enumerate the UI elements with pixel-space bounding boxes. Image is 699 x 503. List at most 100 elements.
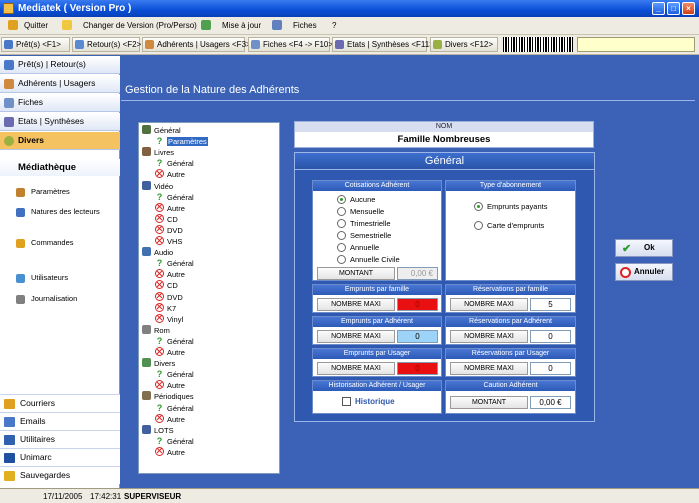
tree-folder[interactable]: LOTS [142,424,174,436]
radio-annuelle[interactable]: Annuelle [337,243,379,252]
question-icon: ? [156,136,163,147]
sidebar-nav-pret[interactable]: Prêt(s) | Retour(s) [0,56,120,74]
tree-folder[interactable]: Audio [142,247,173,258]
tree-item[interactable]: ? Général [155,436,194,447]
sidebar-bottom-sauvegardes[interactable]: Sauvegardes [0,466,120,484]
menu-help[interactable]: ? [332,21,336,30]
sidebar-bottom-utilitaires[interactable]: Utilitaires [0,430,120,448]
tree-item[interactable]: ? Général [155,192,194,203]
section-title-mediatheque: Médiathèque [0,159,120,176]
disabled-icon [155,446,164,456]
tree-folder[interactable]: Rom [142,324,170,336]
tree-item[interactable]: ? Général [155,369,194,380]
historisation-title: Historisation Adhérent / Usager [313,381,441,391]
radio-semestrielle[interactable]: Semestrielle [337,231,391,240]
status-bar: 17/11/2005 17:42:31 SUPERVISEUR [0,488,699,503]
toolbar-retour-button[interactable]: Retour(s) <F2> [72,37,141,52]
nom-value[interactable]: Famille Nombreuses [295,132,593,148]
folder-icon [142,125,151,134]
tree-label: Paramètres [167,137,208,147]
status-date: 17/11/2005 [43,492,83,501]
cancel-button[interactable]: Annuler [615,263,673,281]
toolbar-fiches-button[interactable]: Fiches <F4 -> F10> [248,37,333,52]
sidebar-nav-fiches[interactable]: Fiches [0,94,120,112]
toolbar-adherents-button[interactable]: Adhérents | Usagers <F3> [142,37,251,52]
sidebar-item-parametres[interactable]: Paramètres [16,186,70,198]
tree-item[interactable]: ? Général [155,336,194,347]
cancel-icon [620,267,631,278]
sidebar-item-journalisation[interactable]: Journalisation [16,293,77,305]
disabled-icon [155,169,164,179]
close-button[interactable]: × [682,2,695,15]
tree-item[interactable]: ? Général [155,403,194,414]
disabled-icon [155,236,164,245]
tree-item[interactable]: Autre [155,413,185,425]
toolbar-etats-button[interactable]: Etats | Synthèses <F11> [332,37,434,52]
tree-item[interactable]: CD [155,213,178,225]
sidebar-item-commandes[interactable]: Commandes [16,237,74,249]
menu-mise-a-jour[interactable]: Mise à jour [222,21,261,30]
radio-annuelle-civile[interactable]: Annuelle Civile [337,255,400,264]
radio-carte-emprunts[interactable]: Carte d'emprunts [474,221,544,230]
reservations-usager-field[interactable]: 0 [530,362,571,375]
tree-item[interactable]: DVD [155,224,183,236]
emprunts-adherent-field[interactable]: 0 [397,330,438,343]
sidebar-bottom-unimarc[interactable]: Unimarc [0,448,120,466]
tree-folder[interactable]: Vidéo [142,180,173,192]
menu-fiches[interactable]: Fiches [293,21,317,30]
tree-folder[interactable]: Général [142,125,181,136]
caution-montant-field[interactable]: 0,00 € [530,396,571,409]
tree-item[interactable]: Autre [155,446,185,458]
tree-label: Général [167,436,194,446]
tree-item[interactable]: ? Général [155,258,194,269]
emprunts-famille-field[interactable]: 0 [397,298,438,311]
question-icon: ? [156,258,163,269]
minimize-button[interactable]: _ [652,2,665,15]
toolbar-divers-button[interactable]: Divers <F12> [430,37,498,52]
radio-emprunts-payants[interactable]: Emprunts payants [474,202,547,211]
sidebar-nav-divers[interactable]: Divers [0,132,120,150]
menu-changer-version[interactable]: Changer de Version (Pro/Perso) [83,21,197,30]
sidebar-item-natures[interactable]: Natures des lecteurs [16,206,100,218]
tree-item[interactable]: Autre [155,380,185,391]
tree-item[interactable]: ? Général [155,158,194,169]
question-icon: ? [156,369,163,380]
tree-folder[interactable]: Divers [142,358,175,369]
tree-item[interactable]: Autre [155,347,185,358]
tree-item[interactable]: Autre [155,269,185,280]
question-icon: ? [156,402,163,413]
reservations-famille-title: Réservations par famille [446,285,575,295]
reservations-adherent-field[interactable]: 0 [530,330,571,343]
reservations-usager-group: Réservations par Usager NOMBRE MAXI 0 [445,348,576,377]
tree-folder[interactable]: Livres [142,147,174,158]
radio-mensuelle[interactable]: Mensuelle [337,207,384,216]
sidebar-bottom-courriers[interactable]: Courriers [0,394,120,412]
tree-item[interactable]: Vinyl [155,313,183,325]
sidebar-nav-adherents[interactable]: Adhérents | Usagers [0,75,120,93]
sidebar-item-utilisateurs[interactable]: Utilisateurs [16,272,68,284]
sidebar-nav-etats[interactable]: Etats | Synthèses [0,113,120,131]
tree-item[interactable]: Autre [155,202,185,214]
tree-item[interactable]: Autre [155,169,185,180]
radio-aucune[interactable]: Aucune [337,195,375,204]
toolbar-pret-button[interactable]: Prêt(s) <F1> [1,37,70,52]
tree-folder[interactable]: Périodiques [142,391,194,402]
tree-item[interactable]: CD [155,280,178,291]
tree-item[interactable]: K7 [155,302,176,314]
tree-item[interactable]: VHS [155,236,182,247]
cotisation-montant-field[interactable]: 0,00 € [397,267,438,280]
tree-item[interactable]: DVD [155,291,183,303]
barcode-input[interactable] [577,37,695,52]
ok-button[interactable]: ✔ Ok [615,239,673,257]
radio-trimestrielle[interactable]: Trimestrielle [337,219,391,228]
sidebar-bottom-emails[interactable]: Emails [0,412,120,430]
loan-icon [4,40,13,49]
menu-quitter[interactable]: Quitter [24,21,48,30]
reservations-famille-field[interactable]: 5 [530,298,571,311]
historique-checkbox[interactable]: Historique [342,397,395,406]
tree-item[interactable]: ? Paramètres [155,136,208,147]
maximize-button[interactable]: □ [667,2,680,15]
abonnement-title: Type d'abonnement [446,181,575,191]
reports-icon [335,40,344,49]
emprunts-usager-field[interactable]: 0 [397,362,438,375]
